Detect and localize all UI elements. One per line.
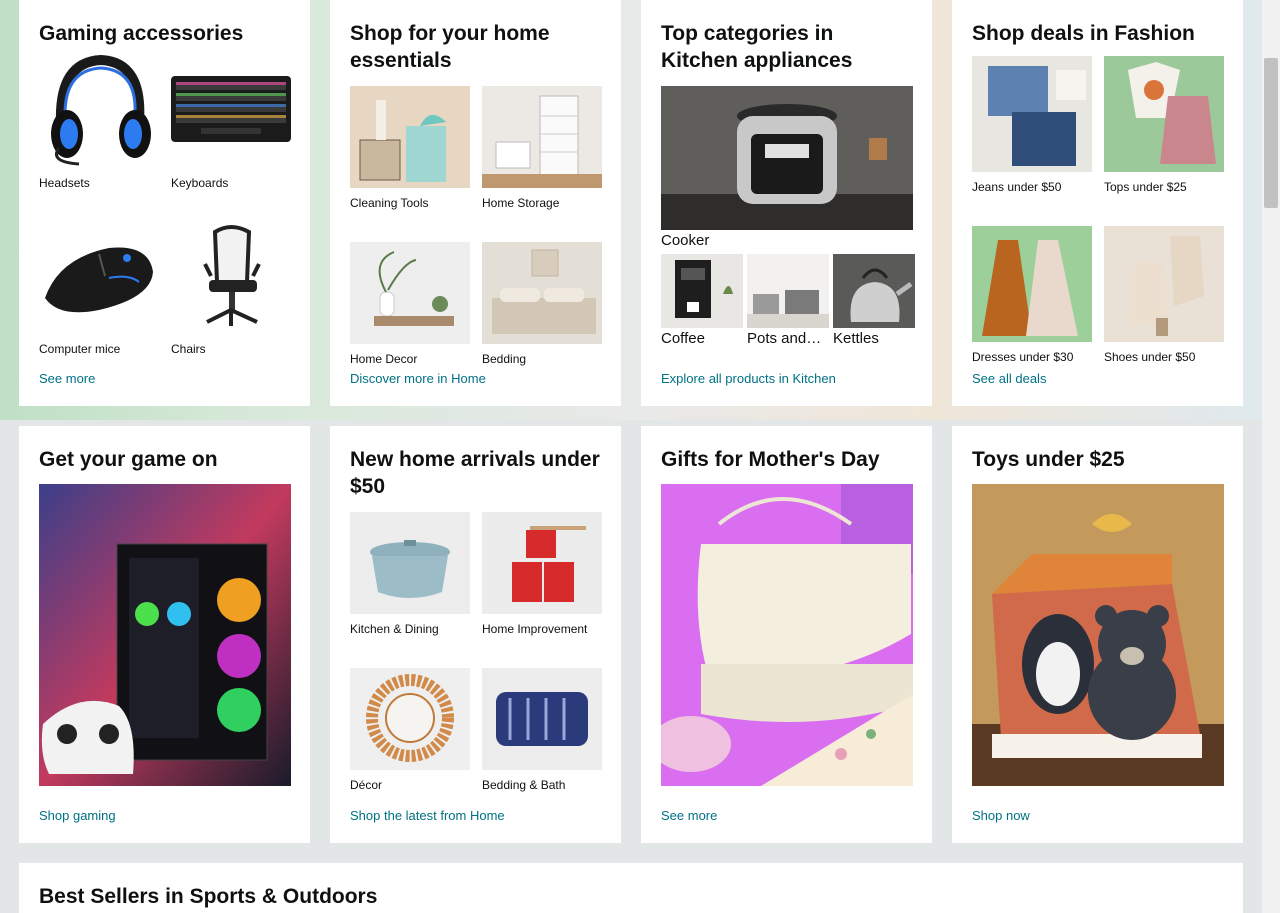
tile-label: Home Improvement [482,622,588,636]
tile-bedding-bath[interactable]: Bedding & Bath [482,668,602,794]
tile-label: Bedding [482,352,527,366]
card-kitchen: Top categories in Kitchen appliances Coo… [641,0,932,406]
pots-image [747,254,829,328]
card-title: Gaming accessories [39,22,244,45]
tile-label: Home Storage [482,196,560,210]
cleaning-tools-image [350,86,470,188]
tile-label: Dresses under $30 [972,350,1074,364]
tile-home-decor[interactable]: Home Decor [350,242,470,368]
tile-label: Tops under $25 [1104,180,1187,194]
best-sellers-section: Best Sellers in Sports & Outdoors [19,863,1243,913]
home-storage-image [482,86,602,188]
tile-chairs[interactable]: Chairs [171,218,291,358]
tile-dresses[interactable]: Dresses under $30 [972,226,1092,366]
card-fashion: Shop deals in Fashion Jeans under $50 To… [952,0,1243,406]
pillow-image [482,668,602,770]
tile-label: Home Decor [350,352,418,366]
card-title: New home arrivals under $50 [350,448,600,498]
tile-label: Cooker [661,232,710,249]
card-title: Toys under $25 [972,448,1125,471]
tile-label: Pots and… [747,330,822,347]
coffee-image [661,254,743,328]
jeans-image [972,56,1092,172]
headset-image [39,52,159,168]
tile-cooker[interactable] [661,86,913,230]
cooker-image [661,86,913,230]
card-title: Shop for your home essentials [350,22,550,72]
section-title: Best Sellers in Sports & Outdoors [39,885,378,908]
tops-image [1104,56,1224,172]
gaming-pc-image[interactable] [39,484,291,786]
tile-computer-mice[interactable]: Computer mice [39,218,159,358]
card-home-arrivals: New home arrivals under $50 Kitchen & Di… [330,426,621,843]
shop-latest-home-link[interactable]: Shop the latest from Home [350,808,505,823]
home-decor-image [350,242,470,344]
tile-headsets[interactable]: Headsets [39,52,159,192]
mirror-image [350,668,470,770]
see-more-link[interactable]: See more [661,808,717,823]
tile-label: Keyboards [171,176,229,190]
tile-label: Headsets [39,176,90,190]
chair-image [171,218,291,334]
scrollbar-thumb[interactable] [1264,58,1278,208]
tile-cleaning-tools[interactable]: Cleaning Tools [350,86,470,212]
discover-more-link[interactable]: Discover more in Home [350,371,486,386]
tile-label: Kitchen & Dining [350,622,439,636]
tile-coffee[interactable]: Coffee [661,254,743,347]
tile-bedding[interactable]: Bedding [482,242,602,368]
paint-cans-image [482,512,602,614]
tile-jeans[interactable]: Jeans under $50 [972,56,1092,196]
tile-tops[interactable]: Tops under $25 [1104,56,1224,196]
mouse-image [39,218,159,334]
card-home-essentials: Shop for your home essentials Cleaning T… [330,0,621,406]
tile-label: Coffee [661,330,705,347]
dutch-oven-image [350,512,470,614]
card-title: Shop deals in Fashion [972,22,1195,45]
see-all-deals-link[interactable]: See all deals [972,371,1046,386]
tile-label: Bedding & Bath [482,778,566,792]
card-title: Get your game on [39,448,218,471]
tile-home-improvement[interactable]: Home Improvement [482,512,602,638]
shop-gaming-link[interactable]: Shop gaming [39,808,116,823]
tile-label: Cleaning Tools [350,196,429,210]
tile-decor[interactable]: Décor [350,668,470,794]
tile-label: Kettles [833,330,879,347]
card-mothers-day: Gifts for Mother's Day See more [641,426,932,843]
shoes-image [1104,226,1224,342]
kettle-image [833,254,915,328]
tile-label: Shoes under $50 [1104,350,1196,364]
tile-label: Jeans under $50 [972,180,1062,194]
keyboard-image [171,52,291,168]
handbag-image[interactable] [661,484,913,786]
tile-pots[interactable]: Pots and… [747,254,829,347]
card-title: Top categories in Kitchen appliances [661,22,853,72]
explore-kitchen-link[interactable]: Explore all products in Kitchen [661,371,836,386]
bedding-image [482,242,602,344]
tile-kettles[interactable]: Kettles [833,254,915,347]
tile-keyboards[interactable]: Keyboards [171,52,291,192]
tile-label: Computer mice [39,342,121,356]
vertical-scrollbar[interactable] [1262,0,1280,913]
shop-now-link[interactable]: Shop now [972,808,1030,823]
tile-label: Chairs [171,342,206,356]
card-toys: Toys under $25 Shop now [952,426,1243,843]
tile-kitchen-dining[interactable]: Kitchen & Dining [350,512,470,638]
tile-home-storage[interactable]: Home Storage [482,86,602,212]
see-more-link[interactable]: See more [39,371,95,386]
card-gaming-accessories: Gaming accessories Headsets Keyboards Co… [19,0,310,406]
plush-toys-image[interactable] [972,484,1224,786]
card-title: Gifts for Mother's Day [661,448,880,471]
card-game-on: Get your game on Shop gaming [19,426,310,843]
dresses-image [972,226,1092,342]
tile-label: Décor [350,778,383,792]
tile-shoes[interactable]: Shoes under $50 [1104,226,1224,366]
